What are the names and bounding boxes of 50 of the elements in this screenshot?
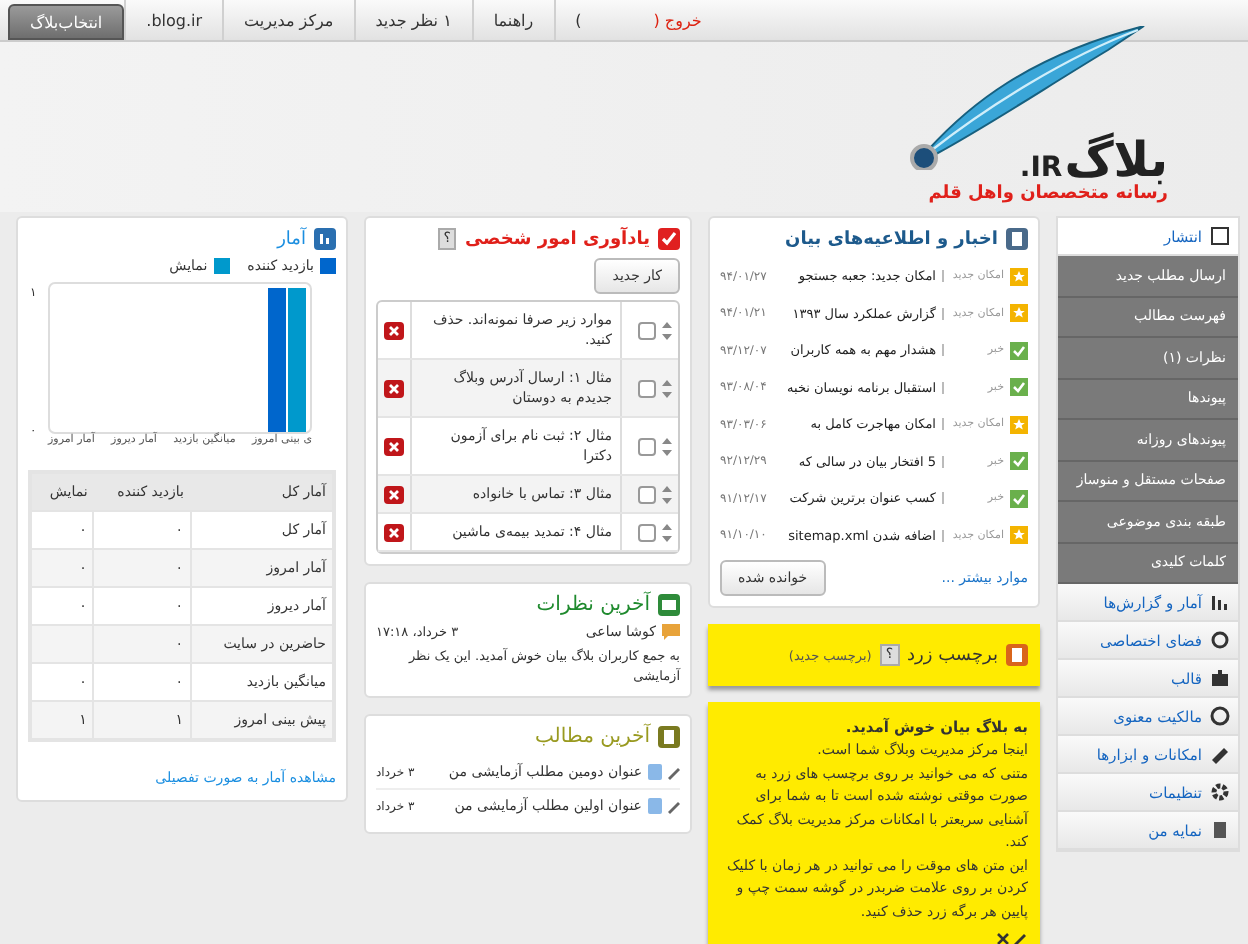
top-tab[interactable]: مرکز مدیریت: [222, 0, 354, 40]
panel-title: اخبار و اطلاعیه‌های بیان: [785, 229, 998, 249]
note-icon: [1006, 644, 1028, 666]
top-tab[interactable]: ۱ نظر جدید: [353, 0, 472, 40]
sort-icon[interactable]: [662, 523, 672, 541]
news-icon: [1006, 228, 1028, 250]
post-icon: [648, 798, 680, 814]
delete-icon[interactable]: [384, 523, 404, 541]
chart-icon: [314, 228, 336, 250]
news-type-icon: [1010, 526, 1028, 545]
news-type-icon: [1010, 452, 1028, 471]
sort-icon[interactable]: [662, 321, 672, 339]
document-icon: [658, 726, 680, 748]
panel-title: آمار: [277, 229, 306, 249]
sort-icon[interactable]: [662, 485, 672, 503]
chart-bar: [288, 288, 306, 432]
logo-text: بلاگ: [1064, 136, 1168, 184]
checkbox[interactable]: [638, 485, 656, 503]
logo-domain: .IR: [1019, 152, 1063, 184]
checkbox[interactable]: [638, 321, 656, 339]
checkbox[interactable]: [638, 379, 656, 397]
sort-icon[interactable]: [662, 437, 672, 455]
news-type-icon: [1010, 378, 1028, 397]
chart-bar: [268, 288, 286, 432]
panel-title: آخرین نظرات: [536, 594, 650, 616]
panel-title: آخرین مطالب: [534, 726, 650, 748]
post-icon: [648, 764, 680, 780]
news-type-icon: [1010, 267, 1028, 286]
delete-icon[interactable]: [384, 437, 404, 455]
comment-icon: [662, 624, 680, 640]
sticky-title: برچسب زرد: [907, 645, 998, 665]
edit-close-icon[interactable]: [996, 932, 1028, 944]
comment-panel-icon: [658, 594, 680, 616]
check-icon: [658, 228, 680, 250]
logo-slogan: رسانه متخصصان واهل قلم: [928, 184, 1168, 204]
top-tab[interactable]: راهنما: [471, 0, 554, 40]
news-type-icon: [1010, 341, 1028, 360]
checkbox[interactable]: [638, 523, 656, 541]
delete-icon[interactable]: [384, 485, 404, 503]
checkbox[interactable]: [638, 437, 656, 455]
news-type-icon: [1010, 304, 1028, 323]
top-tab[interactable]: انتخاب‌بلاگ: [8, 4, 125, 40]
delete-icon[interactable]: [384, 321, 404, 339]
logout-link[interactable]: خروج (: [581, 0, 722, 40]
panel-title: یادآوری امور شخصی: [464, 229, 650, 249]
news-type-icon: [1010, 489, 1028, 508]
sort-icon[interactable]: [662, 379, 672, 397]
news-type-icon: [1010, 415, 1028, 434]
delete-icon[interactable]: [384, 379, 404, 397]
paren-text: ): [553, 0, 582, 40]
